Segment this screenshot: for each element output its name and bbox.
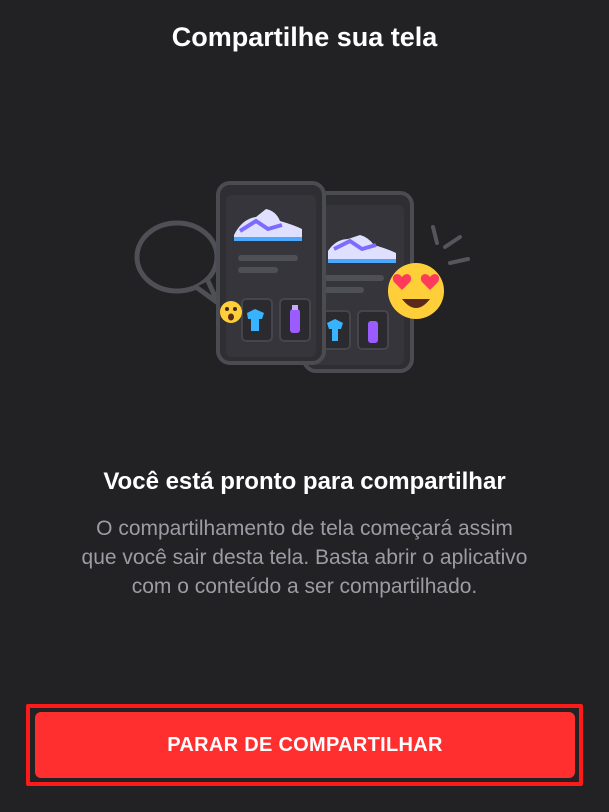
speech-bubble-icon xyxy=(134,220,221,306)
page-title: Compartilhe sua tela xyxy=(171,22,438,52)
sparkle-lines-icon xyxy=(431,225,470,265)
heart-eyes-emoji-icon xyxy=(388,263,444,319)
ready-heading: Você está pronto para compartilhar xyxy=(103,468,506,495)
stop-sharing-button[interactable]: PARAR DE COMPARTILHAR xyxy=(35,712,575,778)
share-description: O compartilhamento de tela começará assi… xyxy=(81,517,528,598)
phone-icon xyxy=(216,181,326,365)
surprised-emoji-icon xyxy=(220,301,242,323)
share-illustration xyxy=(134,181,470,373)
